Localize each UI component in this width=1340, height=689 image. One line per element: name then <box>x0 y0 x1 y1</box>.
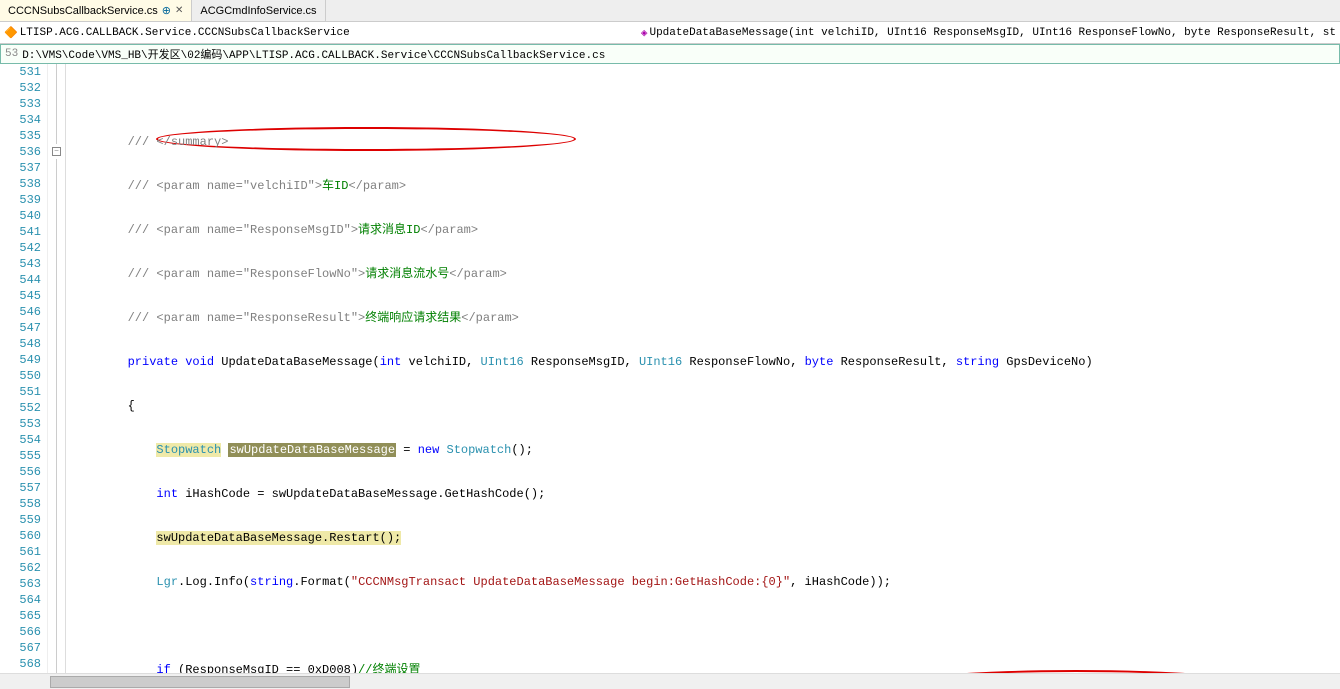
horizontal-scrollbar[interactable] <box>0 673 1340 689</box>
tab-label: ACGCmdInfoService.cs <box>200 5 316 17</box>
namespace-path[interactable]: LTISP.ACG.CALLBACK.Service.CCCNSubsCallb… <box>20 27 350 39</box>
close-icon[interactable]: ✕ <box>175 5 183 16</box>
line-gutter: 5315325335345355365375385395405415425435… <box>0 64 48 689</box>
file-path: D:\VMS\Code\VMS_HB\开发区\02编码\APP\LTISP.AC… <box>22 46 605 62</box>
breadcrumb: 🔶 LTISP.ACG.CALLBACK.Service.CCCNSubsCal… <box>0 22 1340 44</box>
tab-bar: CCCNSubsCallbackService.cs ⊕ ✕ ACGCmdInf… <box>0 0 1340 22</box>
scrollbar-thumb[interactable] <box>50 676 350 688</box>
tab-label: CCCNSubsCallbackService.cs <box>8 5 158 17</box>
tab-inactive[interactable]: ACGCmdInfoService.cs <box>192 0 325 21</box>
tab-active[interactable]: CCCNSubsCallbackService.cs ⊕ ✕ <box>0 0 192 21</box>
class-icon: 🔶 <box>4 26 18 40</box>
method-dropdown[interactable]: UpdateDataBaseMessage(int velchiID, UInt… <box>649 27 1336 39</box>
code-area[interactable]: /// </summary> /// <param name="velchiID… <box>66 64 1340 689</box>
code-editor[interactable]: 5315325335345355365375385395405415425435… <box>0 64 1340 689</box>
file-path-bar: 53 D:\VMS\Code\VMS_HB\开发区\02编码\APP\LTISP… <box>0 44 1340 64</box>
fold-gutter[interactable]: − <box>48 64 66 689</box>
pin-icon[interactable]: ⊕ <box>162 4 171 17</box>
method-icon: ◈ <box>641 26 648 40</box>
